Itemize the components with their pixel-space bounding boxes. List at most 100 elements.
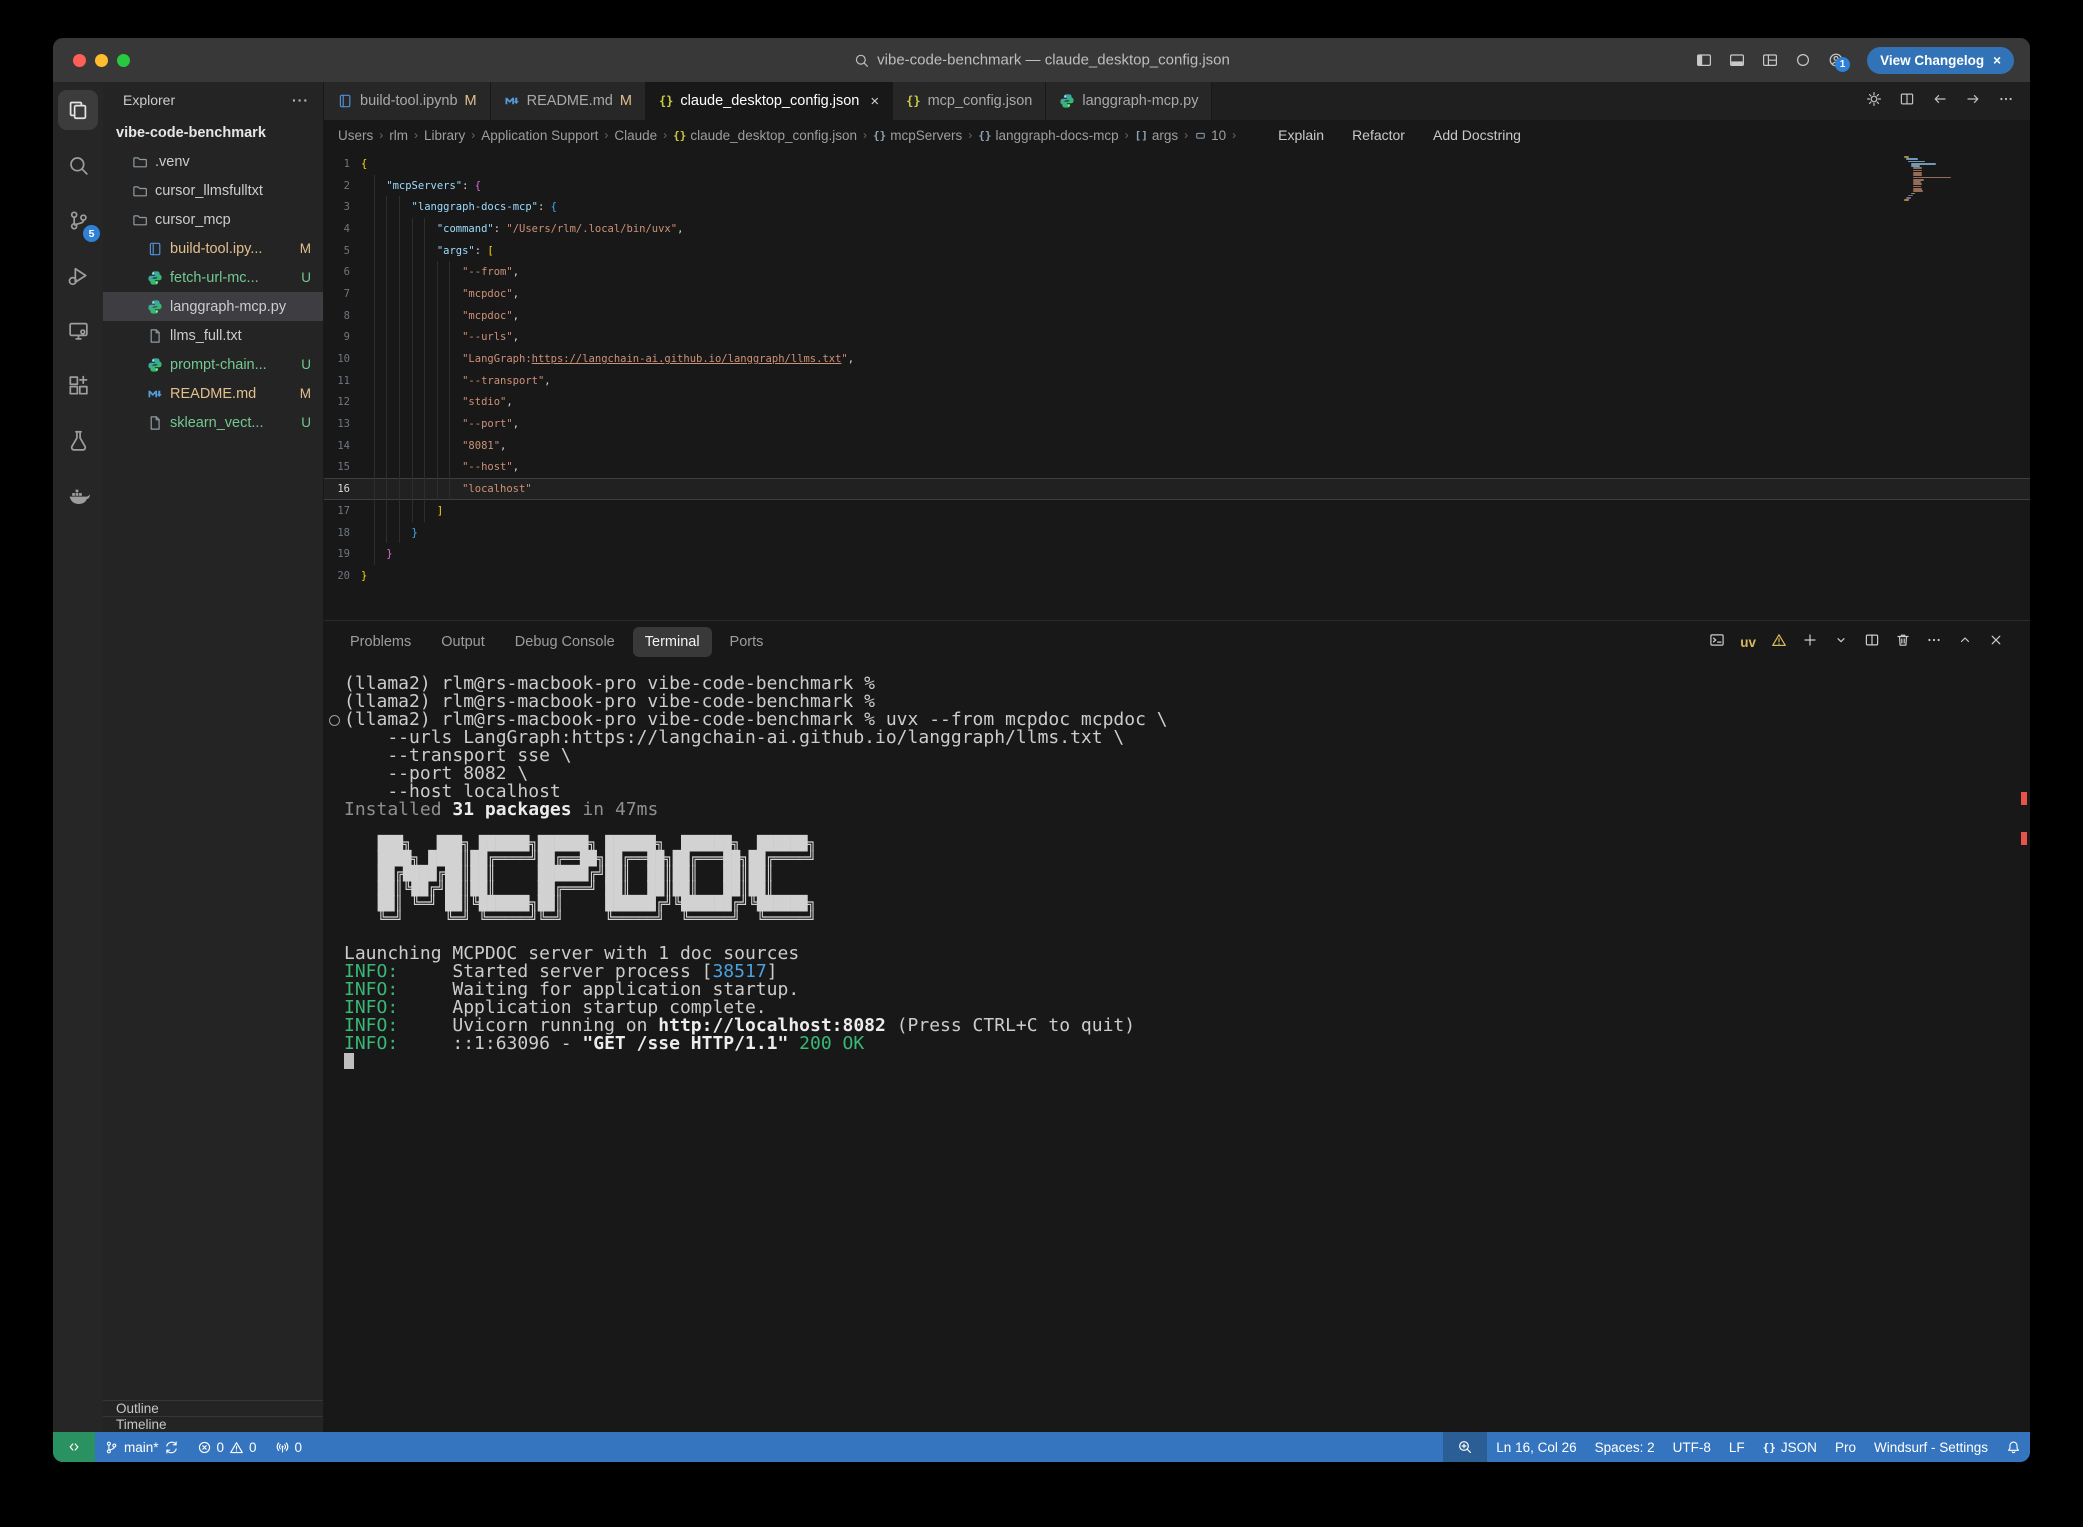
code-token: [ <box>487 245 493 257</box>
tab-claude_desktop_config.json[interactable]: {}claude_desktop_config.json× <box>646 82 893 120</box>
status-pro[interactable]: Pro <box>1826 1432 1865 1462</box>
code-action-explain[interactable]: Explain <box>1278 127 1324 143</box>
code-action-refactor[interactable]: Refactor <box>1352 127 1405 143</box>
arrow-right-button[interactable] <box>1965 91 1981 112</box>
breadcrumb-item[interactable]: 10 <box>1194 128 1226 143</box>
tree-item[interactable]: build-tool.ipy...M <box>103 234 323 263</box>
tree-item[interactable]: cursor_mcp <box>103 205 323 234</box>
breadcrumb-label: rlm <box>389 128 408 143</box>
close-button[interactable] <box>1988 632 2004 653</box>
breadcrumb-item[interactable]: {}claude_desktop_config.json <box>673 128 857 143</box>
minimap[interactable] <box>1904 156 1952 202</box>
status-encoding[interactable]: UTF-8 <box>1664 1432 1720 1462</box>
breadcrumb-item[interactable]: {}langgraph-docs-mcp <box>978 128 1118 143</box>
indent-guide <box>437 435 438 457</box>
tree-item[interactable]: README.mdM <box>103 379 323 408</box>
breadcrumb-item[interactable]: rlm <box>389 128 408 143</box>
tab-mcp_config.json[interactable]: {}mcp_config.json <box>893 82 1046 120</box>
panel-tab-output[interactable]: Output <box>429 627 497 657</box>
tree-item[interactable]: sklearn_vect...U <box>103 408 323 437</box>
code-editor[interactable]: 1{2"mcpServers": {3"langgraph-docs-mcp":… <box>324 150 2030 620</box>
split-icon <box>1899 91 1915 107</box>
markdown-icon <box>147 386 163 402</box>
split-button[interactable] <box>1899 91 1915 112</box>
code-line: 2"mcpServers": { <box>324 175 2030 197</box>
account-button[interactable]: 1 <box>1828 52 1844 68</box>
breadcrumb-item[interactable]: Application Support <box>481 128 598 143</box>
terminal-box-button[interactable] <box>1709 632 1725 653</box>
indent-guide <box>412 370 413 392</box>
tab-build-tool.ipynb[interactable]: build-tool.ipynbM <box>324 82 491 120</box>
status-git-branch[interactable]: main* <box>95 1432 188 1462</box>
gear-button[interactable] <box>1866 91 1882 112</box>
tree-item[interactable]: cursor_llmsfulltxt <box>103 176 323 205</box>
tree-item[interactable]: .venv <box>103 147 323 176</box>
sidebar-section-outline[interactable]: Outline <box>103 1400 323 1416</box>
terminal-profile-label[interactable]: uv <box>1740 635 1756 650</box>
status-problems[interactable]: 00 <box>188 1432 266 1462</box>
status-language-mode[interactable]: {}JSON <box>1754 1432 1826 1462</box>
activity-item-testing[interactable] <box>58 420 98 460</box>
warning-button[interactable] <box>1771 632 1787 653</box>
breadcrumb-item[interactable]: Users <box>338 128 373 143</box>
breadcrumb-item[interactable]: {}mcpServers <box>873 128 962 143</box>
status-eol[interactable]: LF <box>1720 1432 1754 1462</box>
activity-item-run-debug[interactable] <box>58 255 98 295</box>
activity-item-source-control[interactable]: 5 <box>58 200 98 240</box>
tree-item[interactable]: vibe-code-benchmark <box>103 118 323 147</box>
close-window-button[interactable] <box>73 54 86 67</box>
view-changelog-button[interactable]: View Changelog× <box>1867 47 2014 74</box>
activity-item-extensions[interactable] <box>58 365 98 405</box>
tree-item[interactable]: fetch-url-mc...U <box>103 263 323 292</box>
more-button[interactable] <box>1998 91 2014 112</box>
breadcrumb-item[interactable]: Claude <box>614 128 657 143</box>
status-windsurf-settings[interactable]: Windsurf - Settings <box>1865 1432 1997 1462</box>
code-line-text: "8081", <box>361 435 506 457</box>
explorer-more-actions[interactable]: ··· <box>292 92 309 108</box>
chevron-up-button[interactable] <box>1957 632 1973 653</box>
tab-README.md[interactable]: README.mdM <box>491 82 646 120</box>
tree-item[interactable]: langgraph-mcp.py <box>103 292 323 321</box>
tab-langgraph-mcp.py[interactable]: langgraph-mcp.py <box>1046 82 1212 120</box>
circle-button[interactable] <box>1795 52 1811 68</box>
breadcrumb-item[interactable]: []args <box>1135 128 1179 143</box>
layout-sidebar-button[interactable] <box>1696 52 1712 68</box>
chevron-down-small-button[interactable] <box>1833 632 1849 653</box>
plus-button[interactable] <box>1802 632 1818 653</box>
split-button[interactable] <box>1864 632 1880 653</box>
status-cursor-position[interactable]: Ln 16, Col 26 <box>1487 1432 1585 1462</box>
activity-item-remote-explorer[interactable] <box>58 310 98 350</box>
status-ports-forwarded[interactable]: 0 <box>266 1432 312 1462</box>
status-remote[interactable] <box>53 1432 95 1462</box>
tree-item[interactable]: llms_full.txt <box>103 321 323 350</box>
trash-button[interactable] <box>1895 632 1911 653</box>
activity-item-docker[interactable] <box>58 475 98 515</box>
maximize-window-button[interactable] <box>117 54 130 67</box>
code-token: } <box>361 570 367 582</box>
status-indentation[interactable]: Spaces: 2 <box>1586 1432 1664 1462</box>
more-button[interactable] <box>1926 632 1942 653</box>
panel-tab-problems[interactable]: Problems <box>338 627 423 657</box>
breadcrumb-label: Application Support <box>481 128 598 143</box>
sidebar-section-timeline[interactable]: Timeline <box>103 1416 323 1432</box>
breadcrumb-item[interactable]: Library <box>424 128 465 143</box>
panel-tab-debug-console[interactable]: Debug Console <box>503 627 627 657</box>
close-tab-icon[interactable]: × <box>870 93 879 110</box>
breadcrumb-separator: › <box>663 128 667 142</box>
tree-item[interactable]: prompt-chain...U <box>103 350 323 379</box>
arrow-left-button[interactable] <box>1932 91 1948 112</box>
window-title-area[interactable]: vibe-code-benchmark — claude_desktop_con… <box>853 52 1230 69</box>
layout-grid-button[interactable] <box>1762 52 1778 68</box>
activity-item-explorer[interactable] <box>58 90 98 130</box>
code-action-add-docstring[interactable]: Add Docstring <box>1433 127 1521 143</box>
status-notifications[interactable] <box>1997 1432 2030 1462</box>
panel-tab-ports[interactable]: Ports <box>718 627 776 657</box>
indent-guide <box>449 261 450 283</box>
panel-tab-terminal[interactable]: Terminal <box>633 627 712 657</box>
status-zoom[interactable] <box>1443 1432 1487 1462</box>
layout-panel-button[interactable] <box>1729 52 1745 68</box>
activity-item-search[interactable] <box>58 145 98 185</box>
changelog-close-icon[interactable]: × <box>1993 53 2001 68</box>
terminal[interactable]: (llama2) rlm@rs-macbook-pro vibe-code-be… <box>324 663 2030 1432</box>
minimize-window-button[interactable] <box>95 54 108 67</box>
